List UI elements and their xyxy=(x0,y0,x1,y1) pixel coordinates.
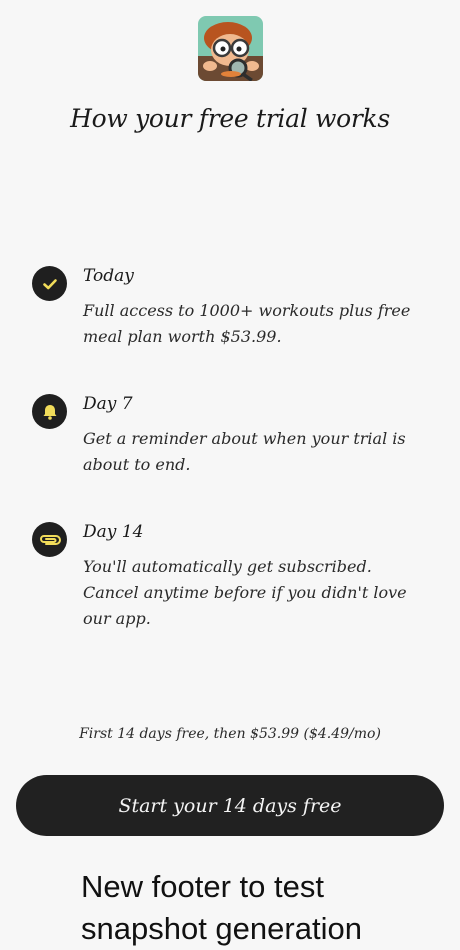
step-title: Today xyxy=(83,266,134,286)
bell-icon xyxy=(32,394,67,429)
step-title: Day 14 xyxy=(83,522,144,542)
paperclip-icon xyxy=(32,522,67,557)
page-title: How your free trial works xyxy=(70,104,390,133)
step-description: Full access to 1000+ workouts plus free … xyxy=(83,301,411,346)
check-icon xyxy=(32,266,67,301)
step-title: Day 7 xyxy=(83,394,133,414)
app-icon xyxy=(198,16,263,81)
start-trial-button[interactable]: Start your 14 days free xyxy=(16,775,444,836)
step-description: You'll automatically get subscribed. Can… xyxy=(83,557,407,628)
pricing-note: First 14 days free, then $53.99 ($4.49/m… xyxy=(79,726,381,742)
footer-text: New footer to test snapshot generation xyxy=(81,869,362,946)
step-description: Get a reminder about when your trial is … xyxy=(83,429,406,474)
